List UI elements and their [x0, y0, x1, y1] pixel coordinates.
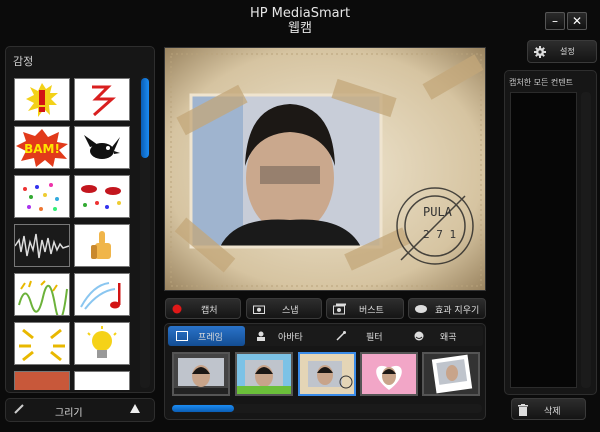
- sound-wave-icon: [15, 233, 69, 258]
- sticker-partial[interactable]: [74, 371, 130, 390]
- avatar-icon: [257, 331, 265, 341]
- tab-filter-label: 필터: [366, 332, 383, 343]
- tab-filter[interactable]: 필터: [328, 326, 406, 346]
- sticker-lips[interactable]: [74, 175, 130, 218]
- captured-content-list[interactable]: [510, 92, 577, 388]
- frame-thumb-cartoon[interactable]: [235, 352, 293, 396]
- sparkle-burst-icon: [19, 328, 65, 361]
- lightning-icon: [92, 85, 116, 116]
- film-frame-thumbnail: [174, 354, 228, 394]
- pencil-icon: [14, 404, 24, 414]
- sticker-light-bulb[interactable]: [74, 322, 130, 365]
- frame-thumb-polaroid[interactable]: [422, 352, 480, 396]
- sticker-music-note[interactable]: [74, 273, 130, 316]
- frames-scrollbar-thumb[interactable]: [172, 405, 234, 412]
- vintage-frame: PULA 2 7 1: [170, 53, 484, 287]
- eraser-icon: [415, 305, 427, 313]
- light-bulb-icon: [87, 325, 117, 358]
- draw-label: 그리기: [55, 408, 83, 419]
- stickers-scrollbar-thumb[interactable]: [141, 78, 149, 158]
- confetti-icon: [23, 182, 59, 211]
- tab-avatar[interactable]: 아바타: [248, 326, 326, 346]
- exclamation-icon: [26, 82, 58, 117]
- minimize-icon: –: [552, 14, 558, 28]
- polaroid-frame-thumbnail: [424, 354, 478, 394]
- sticker-bird[interactable]: [74, 126, 130, 169]
- music-note-icon: [80, 281, 121, 310]
- cartoon-frame-thumbnail: [237, 354, 291, 394]
- bird-icon: [84, 134, 120, 159]
- app-subtitle: 웹캠: [288, 21, 312, 36]
- tab-distort[interactable]: 왜곡: [408, 326, 483, 346]
- settings-button[interactable]: 설정: [527, 40, 597, 63]
- app-title: HP MediaSmart: [249, 6, 351, 21]
- trash-icon: [518, 404, 528, 416]
- sticker-partial[interactable]: [14, 371, 70, 390]
- angry-text-icon: [18, 279, 68, 315]
- svg-text:2 7 1: 2 7 1: [423, 228, 456, 241]
- tab-frame[interactable]: 프레임: [168, 326, 245, 346]
- capture-button[interactable]: 캡처: [165, 298, 241, 319]
- sticker-bam[interactable]: BAM!: [14, 126, 70, 169]
- title-bar: HP MediaSmart 웹캠: [0, 6, 600, 36]
- sticker-thumbs-up[interactable]: [74, 224, 130, 267]
- sticker-angry-text[interactable]: [14, 273, 70, 316]
- close-button[interactable]: ✕: [567, 12, 587, 30]
- camera-icon: [253, 305, 265, 314]
- captured-content-scrollbar[interactable]: [581, 92, 591, 388]
- bam-icon: BAM!: [16, 128, 68, 167]
- vintage-frame-thumbnail: [300, 354, 354, 394]
- sticker-lightning[interactable]: [74, 78, 130, 121]
- sticker-sparkle-burst[interactable]: [14, 322, 70, 365]
- snap-button[interactable]: 스냅: [246, 298, 322, 319]
- magic-wand-icon: [336, 331, 346, 341]
- burst-label: 버스트: [359, 306, 384, 316]
- thumbs-up-icon: [91, 230, 111, 259]
- captured-content-title: 캡처한 모든 컨텐트: [509, 78, 573, 87]
- snap-label: 스냅: [282, 306, 299, 316]
- svg-text:BAM!: BAM!: [24, 142, 60, 156]
- burst-camera-icon: [333, 303, 346, 315]
- frame-thumb-film[interactable]: [172, 352, 230, 396]
- svg-text:PULA: PULA: [423, 205, 453, 219]
- sticker-exclamation[interactable]: [14, 78, 70, 121]
- sticker-grid: BAM!: [12, 76, 132, 390]
- delete-label: 삭제: [544, 407, 561, 417]
- sticker-sound-wave[interactable]: [14, 224, 70, 267]
- gear-icon: [534, 46, 546, 58]
- hearts-frame-thumbnail: [362, 354, 416, 394]
- clear-effects-button[interactable]: 효과 지우기: [408, 298, 486, 319]
- tab-avatar-label: 아바타: [278, 332, 303, 343]
- minimize-button[interactable]: –: [545, 12, 565, 30]
- red-lips-icon: [81, 184, 121, 209]
- frame-thumb-hearts[interactable]: [360, 352, 418, 396]
- clear-effects-label: 효과 지우기: [435, 306, 480, 316]
- capture-label: 캡처: [201, 306, 218, 316]
- burst-button[interactable]: 버스트: [326, 298, 404, 319]
- webcam-preview: PULA 2 7 1: [164, 47, 486, 291]
- delete-button[interactable]: 삭제: [511, 398, 586, 420]
- settings-label: 설정: [560, 47, 575, 56]
- frame-icon: [176, 331, 188, 341]
- tab-distort-label: 왜곡: [440, 332, 457, 343]
- distort-face-icon: [414, 331, 424, 341]
- emotions-title: 감정: [13, 55, 34, 68]
- frame-thumb-vintage[interactable]: [298, 352, 356, 396]
- close-icon: ✕: [571, 14, 583, 28]
- sticker-confetti[interactable]: [14, 175, 70, 218]
- tab-frame-label: 프레임: [198, 332, 223, 343]
- triangle-up-icon[interactable]: [130, 404, 140, 413]
- record-icon: [172, 304, 182, 314]
